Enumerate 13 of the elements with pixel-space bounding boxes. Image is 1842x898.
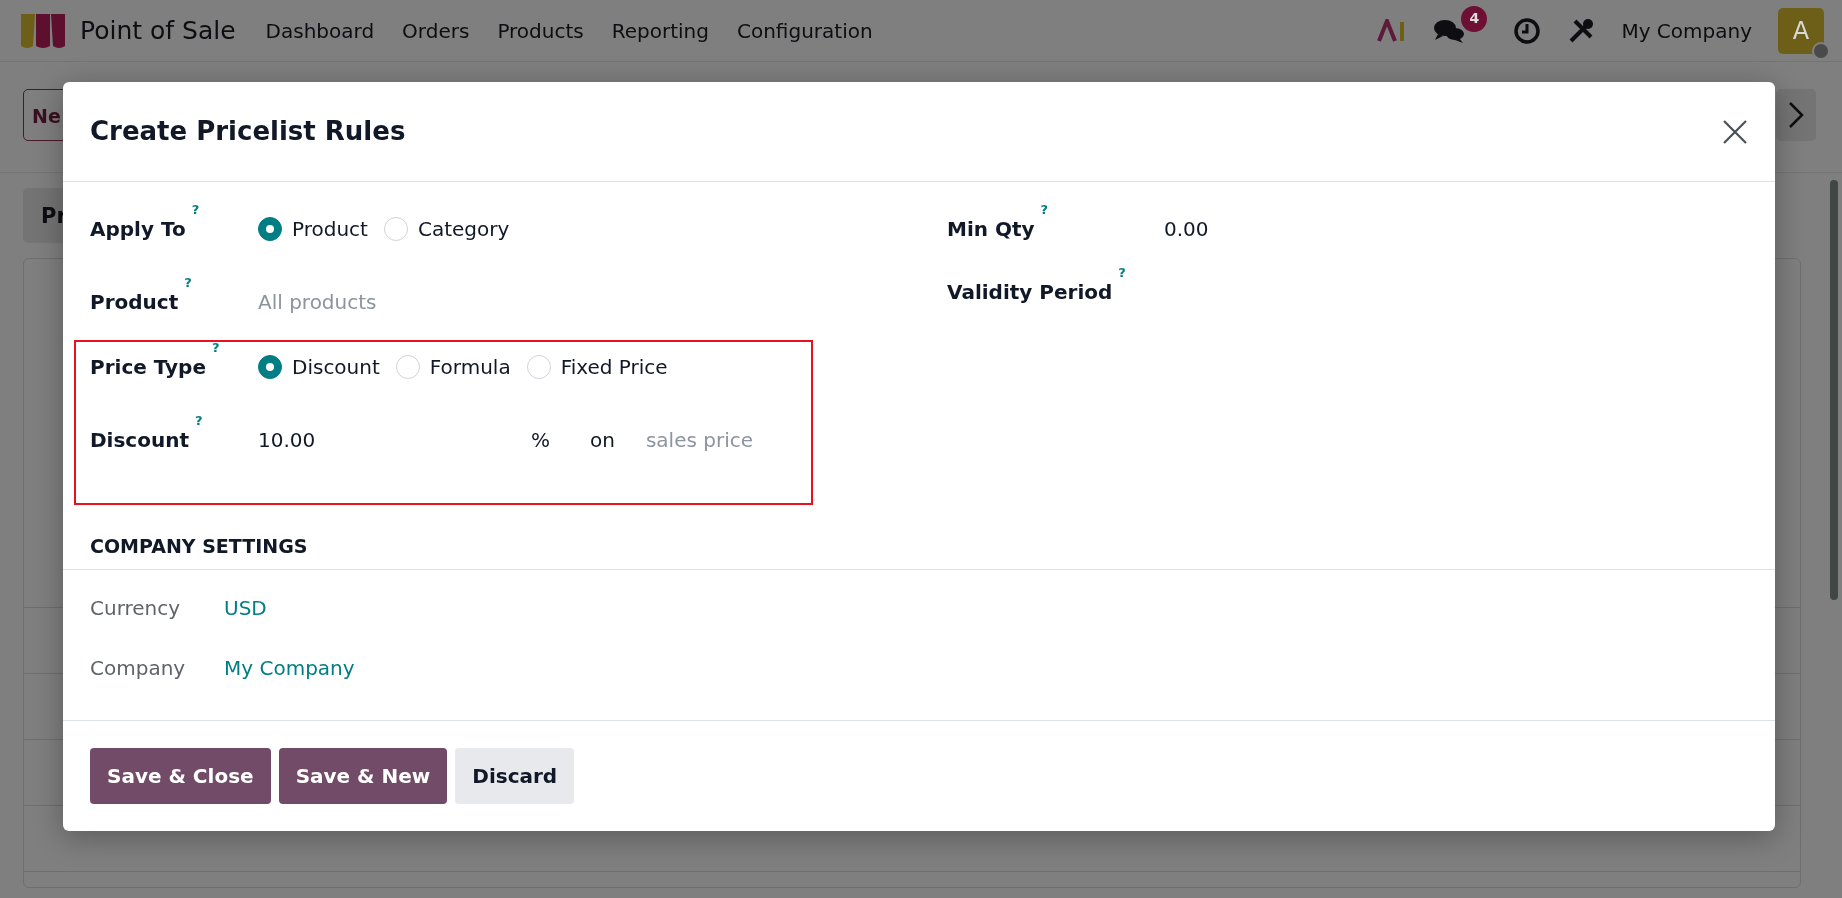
field-label: Currency xyxy=(90,594,182,622)
connector-label: on xyxy=(590,427,615,454)
field-label: Company xyxy=(90,654,187,682)
dialog-title: Create Pricelist Rules xyxy=(90,115,406,148)
section-title: COMPANY SETTINGS xyxy=(63,532,1775,570)
field-label: Price Type xyxy=(90,355,206,379)
unit-label: % xyxy=(531,427,550,454)
field-label: Discount xyxy=(90,428,189,452)
field-label: Product xyxy=(90,290,179,314)
message-count-badge: 4 xyxy=(1461,5,1488,32)
field-label: Apply To xyxy=(90,217,186,241)
field-label: Min Qty xyxy=(947,217,1035,241)
field-label: Validity Period xyxy=(947,280,1113,304)
